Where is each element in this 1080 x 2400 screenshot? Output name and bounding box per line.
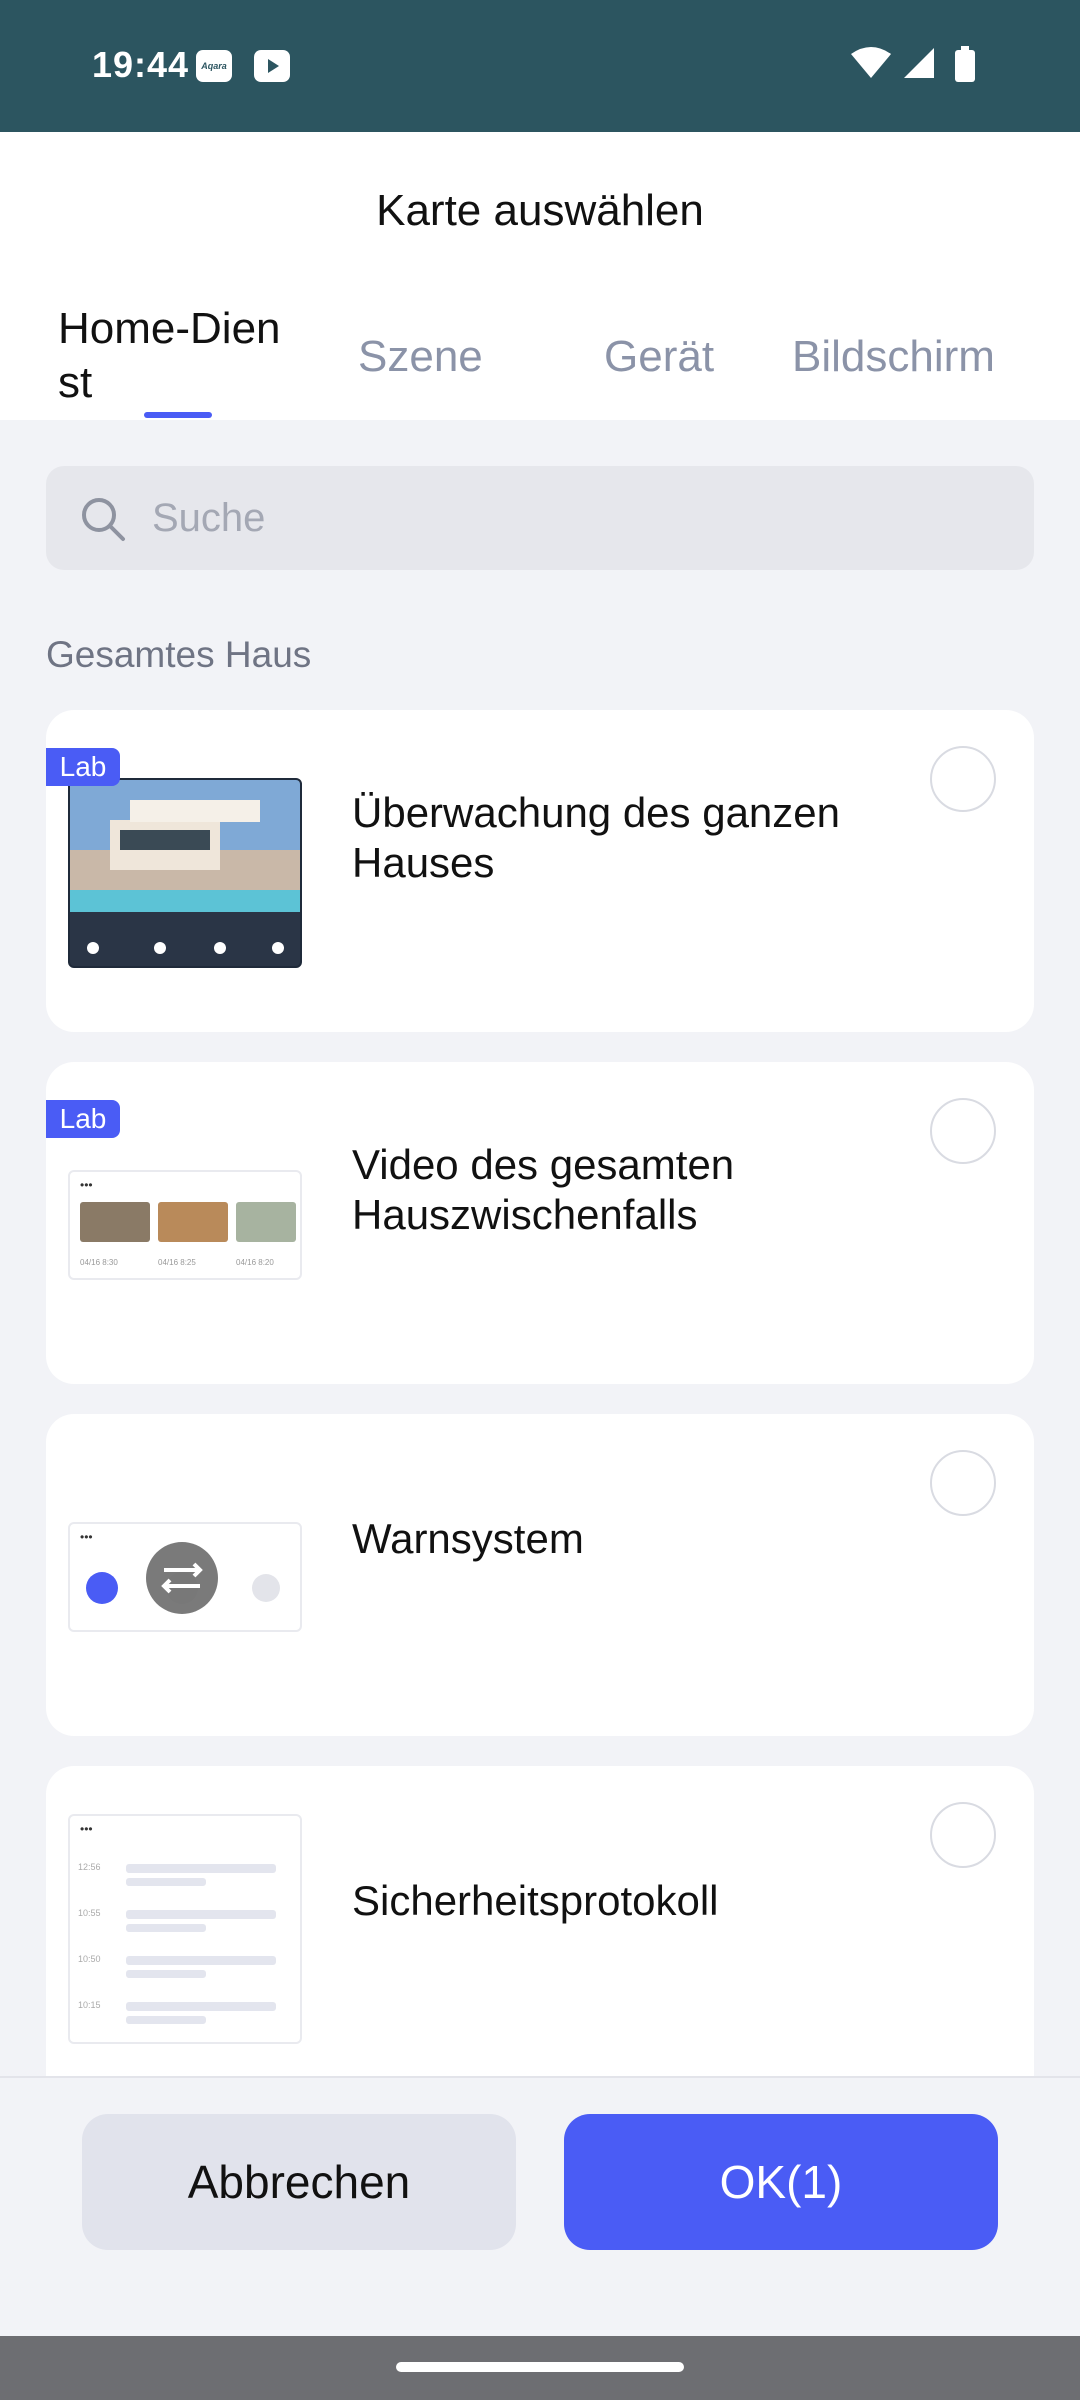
- clock: 19:44: [92, 44, 190, 85]
- card-label: Sicherheitsprotokoll: [352, 1877, 719, 1924]
- incident-video-thumbnail: ••• 04/16 8:30 04/16 8:25 04/16 8:20: [68, 1170, 302, 1280]
- home-gesture-handle[interactable]: [396, 2362, 684, 2372]
- tab-bildschirm[interactable]: Bildschirm: [792, 332, 995, 382]
- search-placeholder: Suche: [152, 496, 266, 540]
- dialog-footer: Abbrechen OK(1): [0, 2076, 1080, 2338]
- whole-house-monitoring-thumbnail: [68, 778, 302, 968]
- card-sicherheitsprotokoll[interactable]: ••• 12:56 10:55 10:50 10:15 Sicherheitsp…: [46, 1766, 1034, 2076]
- card-incident-video[interactable]: ••• 04/16 8:30 04/16 8:25 04/16 8:20 Lab…: [46, 1062, 1034, 1384]
- section-title: Gesamtes Haus: [46, 634, 312, 675]
- system-nav-bar: [0, 2336, 1080, 2400]
- signal-icon: [904, 48, 934, 78]
- select-radio[interactable]: [930, 1802, 996, 1868]
- cancel-button[interactable]: Abbrechen: [82, 2114, 516, 2250]
- card-warnsystem[interactable]: ••• Warnsystem: [46, 1414, 1034, 1736]
- lab-badge: Lab: [46, 748, 120, 786]
- status-bar: 19:44 Aqara: [0, 0, 1080, 132]
- lab-badge: Lab: [46, 1100, 120, 1138]
- aqara-app-icon: Aqara: [196, 50, 232, 82]
- battery-icon: [955, 46, 975, 82]
- system-indicators: [850, 46, 990, 86]
- tab-szene[interactable]: Szene: [358, 332, 483, 382]
- card-label: Überwachung des ganzen Hauses: [352, 789, 841, 886]
- search-icon: [82, 498, 125, 541]
- card-whole-house-monitoring[interactable]: Lab Überwachung des ganzen Hauses: [46, 710, 1034, 1032]
- thumb-time: 04/16 8:30: [80, 1258, 118, 1267]
- security-log-thumbnail: ••• 12:56 10:55 10:50 10:15: [68, 1814, 302, 2044]
- warnsystem-thumbnail: •••: [68, 1522, 302, 1632]
- thumb-time: 04/16 8:20: [236, 1258, 274, 1267]
- card-label: Warnsystem: [352, 1515, 584, 1562]
- active-tab-indicator: [144, 412, 212, 418]
- wifi-icon: [851, 47, 891, 78]
- dialog-header: Karte auswählen Home-Dien st Szene Gerät…: [0, 132, 1080, 420]
- page-title: Karte auswählen: [376, 186, 704, 235]
- select-radio[interactable]: [930, 1450, 996, 1516]
- search-input[interactable]: Suche: [46, 466, 1034, 570]
- thumb-dots: •••: [80, 1178, 93, 1192]
- tab-geraet[interactable]: Gerät: [604, 332, 714, 382]
- youtube-icon: [254, 50, 290, 82]
- card-label: Video des gesamten Hauszwischenfalls: [352, 1141, 735, 1238]
- tab-home-dienst[interactable]: Home-Dien st: [58, 302, 298, 410]
- thumb-time: 04/16 8:25: [158, 1258, 196, 1267]
- ok-button[interactable]: OK(1): [564, 2114, 998, 2250]
- select-radio[interactable]: [930, 746, 996, 812]
- select-radio[interactable]: [930, 1098, 996, 1164]
